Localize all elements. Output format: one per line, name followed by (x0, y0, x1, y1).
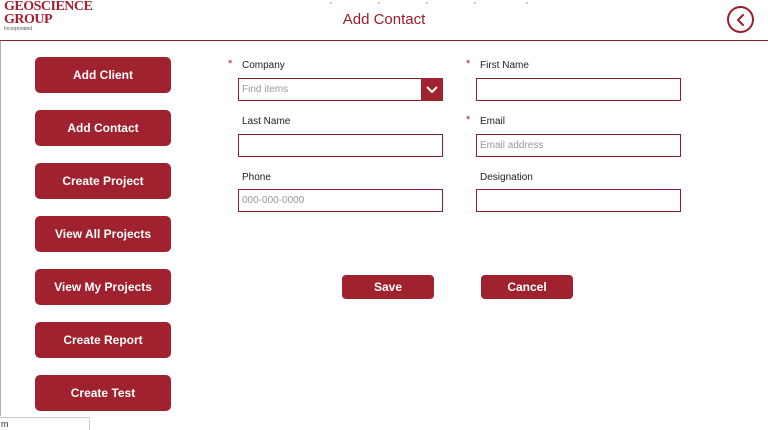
designation-label: Designation (480, 172, 533, 183)
first-name-required-marker: * (466, 58, 471, 70)
first-name-label: First Name (480, 60, 529, 71)
company-required-marker: * (228, 58, 233, 70)
chevron-down-icon (426, 85, 438, 93)
email-required-marker: * (466, 114, 471, 126)
email-label: Email (480, 116, 506, 127)
back-button[interactable] (727, 6, 754, 33)
phone-placeholder: 000-000-0000 (242, 195, 305, 206)
first-name-input[interactable] (476, 78, 681, 101)
chevron-left-icon (736, 13, 744, 26)
phone-label: Phone (242, 172, 271, 183)
status-bar: m (0, 417, 90, 430)
nav-view-all-projects-button[interactable]: View All Projects (35, 216, 171, 252)
phone-input[interactable]: 000-000-0000 (238, 189, 443, 212)
nav-create-project-button[interactable]: Create Project (35, 163, 171, 199)
save-button[interactable]: Save (342, 275, 434, 299)
designation-input[interactable] (476, 189, 681, 212)
app-header: GEOSCIENCE GROUP Incorporated Add Contac… (0, 0, 768, 41)
email-placeholder: Email address (480, 140, 544, 151)
company-placeholder: Find items (242, 84, 289, 95)
nav-create-test-button[interactable]: Create Test (35, 375, 171, 411)
nav-create-report-button[interactable]: Create Report (35, 322, 171, 358)
company-label: Company (242, 60, 285, 71)
nav-add-contact-button[interactable]: Add Contact (35, 110, 171, 146)
company-dropdown-button[interactable] (421, 78, 443, 101)
cancel-button[interactable]: Cancel (481, 275, 573, 299)
page-title: Add Contact (342, 11, 426, 28)
last-name-label: Last Name (242, 116, 291, 127)
nav-add-client-button[interactable]: Add Client (35, 57, 171, 93)
loading-dots (330, 2, 540, 6)
email-input[interactable]: Email address (476, 134, 681, 157)
company-combobox[interactable]: Find items (238, 78, 443, 101)
last-name-input[interactable] (238, 134, 443, 157)
left-border (0, 41, 1, 416)
nav-view-my-projects-button[interactable]: View My Projects (35, 269, 171, 305)
